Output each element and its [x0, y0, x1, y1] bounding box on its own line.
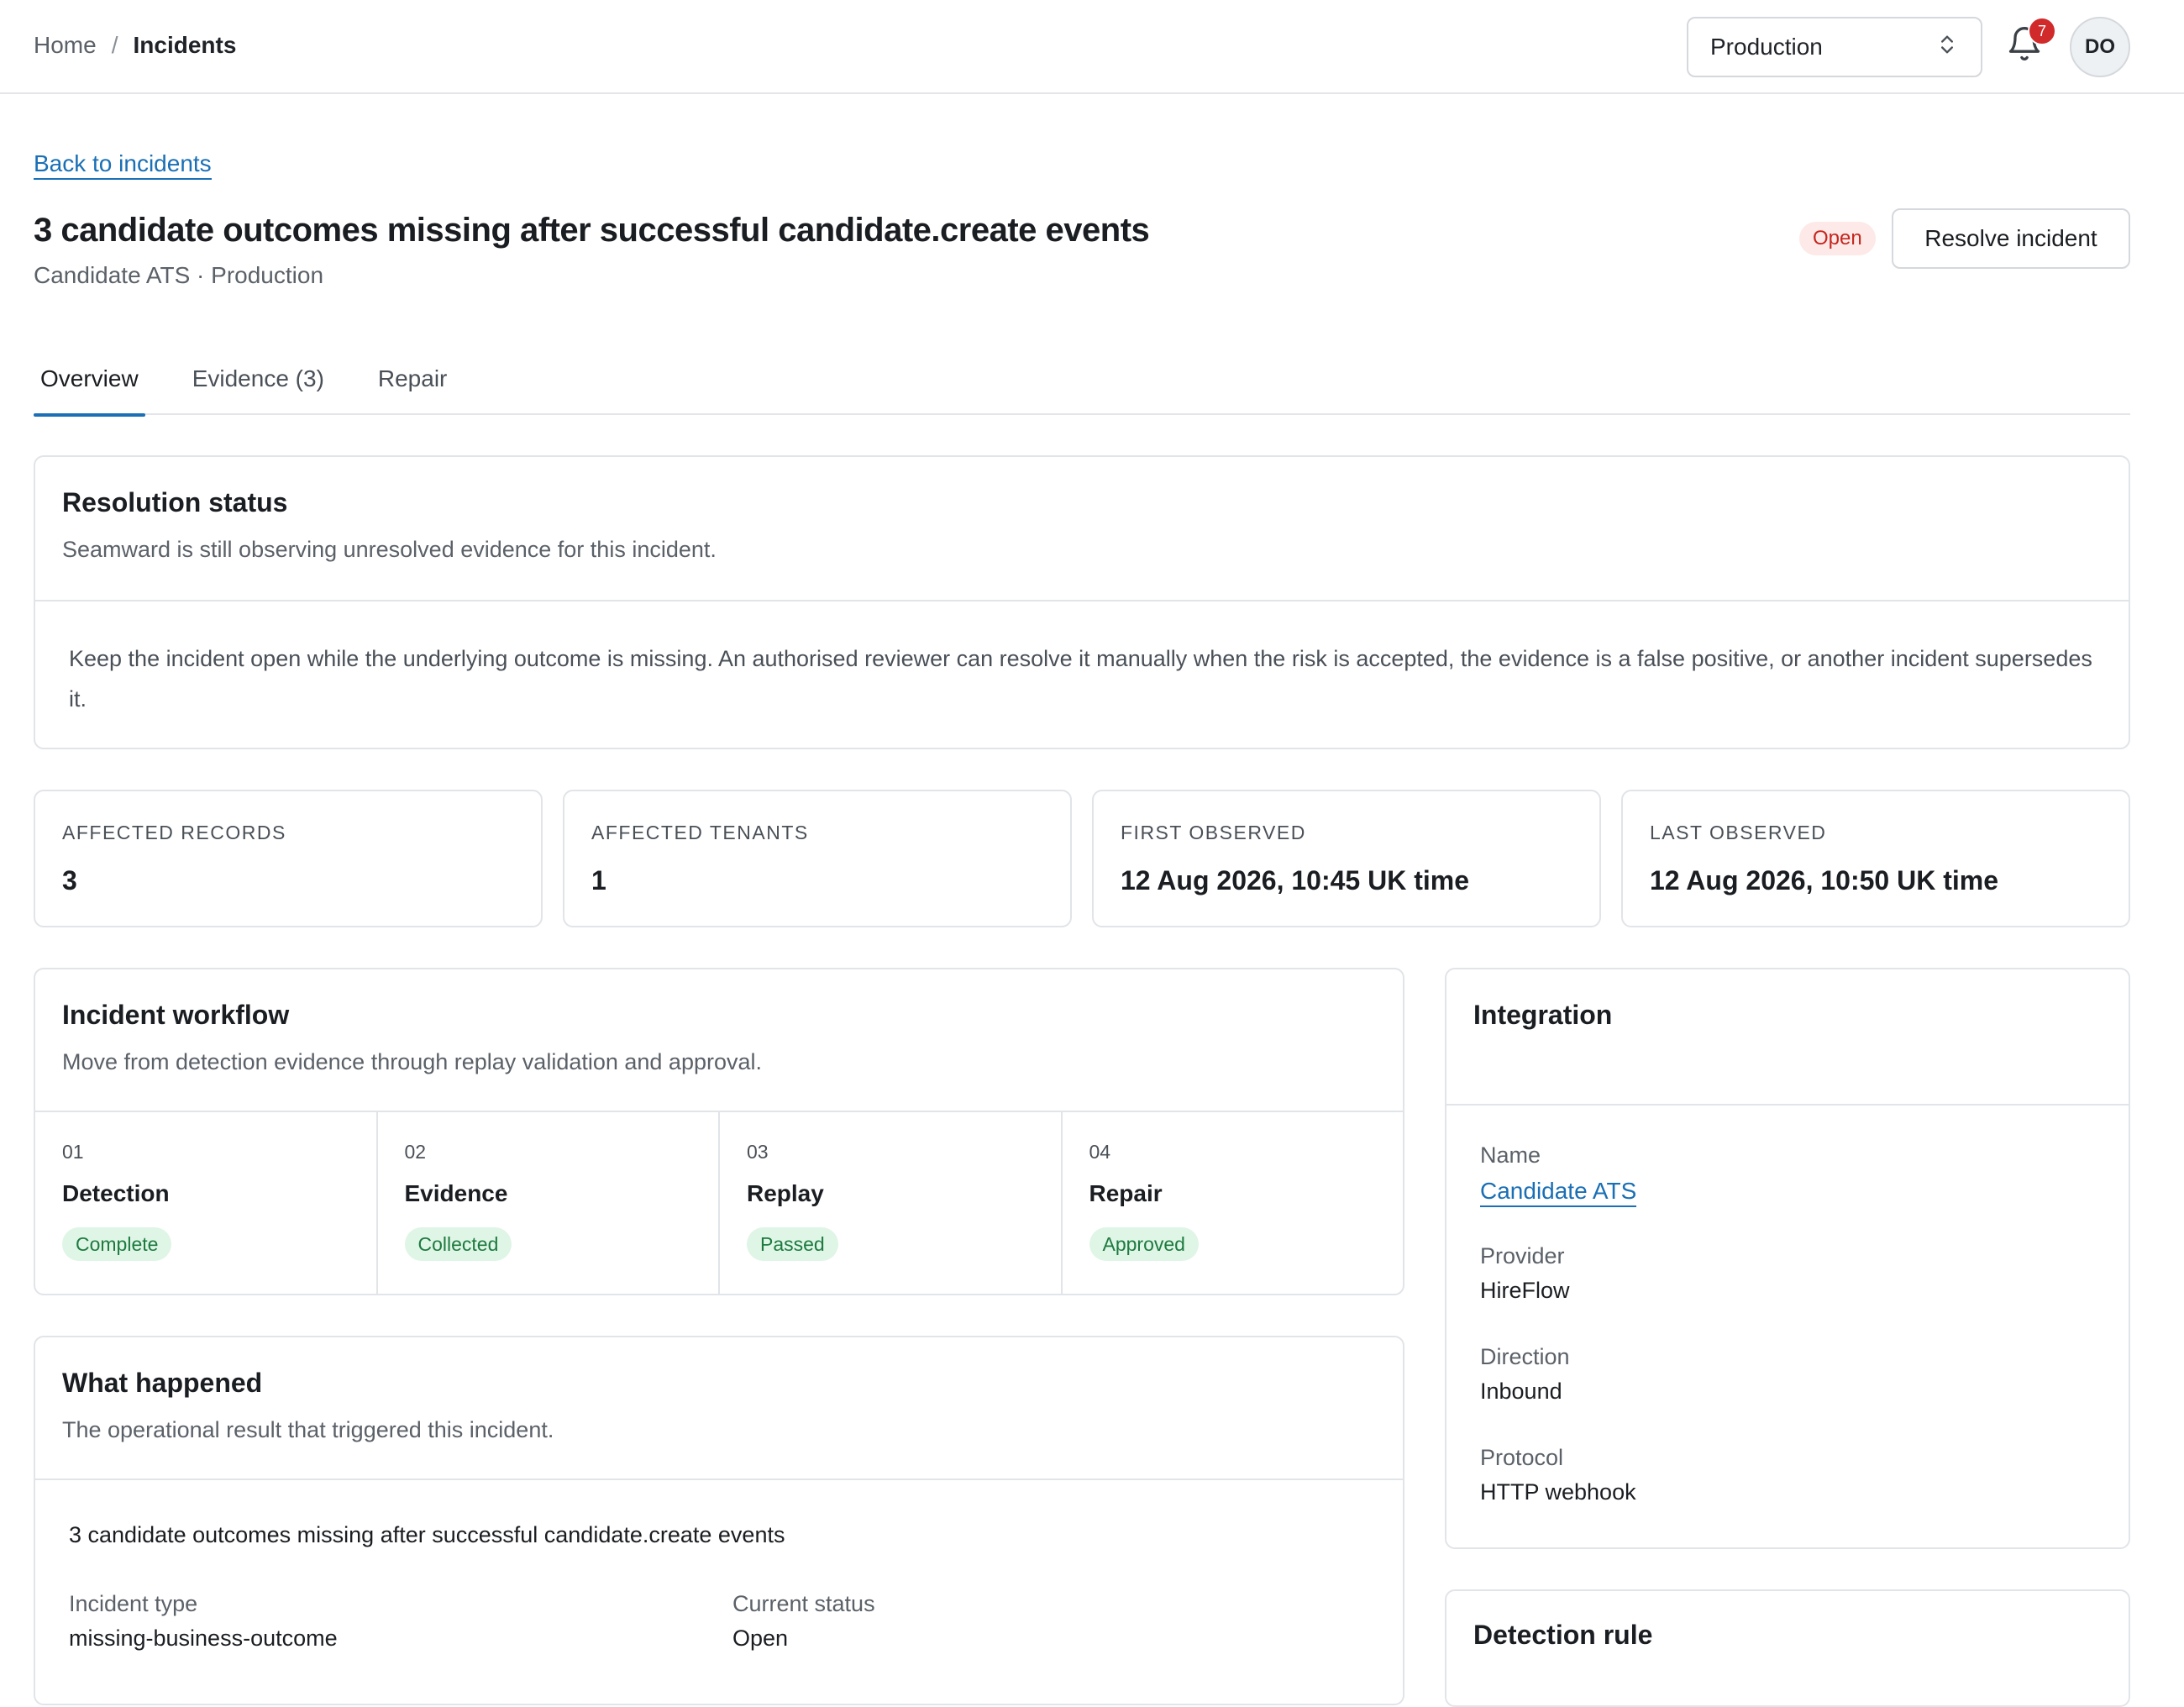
tab-evidence[interactable]: Evidence (3) — [186, 343, 331, 415]
what-happened-description: The operational result that triggered th… — [62, 1417, 554, 1442]
metric-label: LAST OBSERVED — [1650, 822, 1827, 843]
metric-last-observed: LAST OBSERVED 12 Aug 2026, 10:50 UK time — [1621, 790, 2130, 927]
resolution-status-description: Seamward is still observing unresolved e… — [62, 537, 717, 562]
integration-protocol-value: HTTP webhook — [1480, 1479, 1636, 1505]
incident-type-value: missing-business-outcome — [69, 1626, 338, 1651]
tab-repair[interactable]: Repair — [371, 343, 454, 415]
divider — [35, 600, 2129, 601]
top-bar: Home / Incidents Production 7 DO — [0, 0, 2184, 94]
what-happened-summary: 3 candidate outcomes missing after succe… — [69, 1522, 785, 1547]
bell-icon — [2006, 27, 2043, 66]
integration-protocol-label: Protocol — [1480, 1445, 1564, 1470]
step-number: 01 — [62, 1141, 84, 1163]
notification-count-badge: 7 — [2028, 17, 2056, 45]
metric-affected-tenants: AFFECTED TENANTS 1 — [563, 790, 1072, 927]
integration-card: Integration Name Candidate ATS Provider … — [1445, 968, 2130, 1549]
detection-rule-card: Detection rule — [1445, 1589, 2130, 1707]
incident-type-field: Incident type missing-business-outcome — [69, 1591, 338, 1652]
step-status-badge: Collected — [404, 1227, 512, 1261]
workflow-step-replay: 03 Replay Passed — [720, 1112, 1063, 1294]
resolve-incident-button[interactable]: Resolve incident — [1892, 208, 2130, 269]
page-subtitle: Candidate ATS · Production — [34, 262, 324, 288]
step-status-badge: Approved — [1089, 1227, 1199, 1261]
breadcrumb: Home / Incidents — [34, 32, 236, 59]
what-happened-title: What happened — [62, 1368, 263, 1398]
step-name: Replay — [747, 1180, 824, 1206]
metric-first-observed: FIRST OBSERVED 12 Aug 2026, 10:45 UK tim… — [1092, 790, 1601, 927]
current-status-field: Current status Open — [732, 1591, 875, 1652]
workflow-step-repair: 04 Repair Approved — [1063, 1112, 1404, 1294]
current-status-label: Current status — [732, 1591, 875, 1616]
metric-value: 1 — [591, 865, 606, 896]
step-number: 03 — [747, 1141, 769, 1163]
metric-label: FIRST OBSERVED — [1121, 822, 1306, 843]
step-number: 04 — [1089, 1141, 1111, 1163]
integration-direction-field: Direction Inbound — [1480, 1344, 1570, 1405]
integration-direction-value: Inbound — [1480, 1379, 1562, 1404]
integration-name-label: Name — [1480, 1142, 1541, 1168]
chevron-up-down-icon — [1935, 33, 1959, 62]
resolution-status-title: Resolution status — [62, 487, 288, 517]
breadcrumb-home[interactable]: Home — [34, 32, 97, 59]
integration-direction-label: Direction — [1480, 1344, 1570, 1369]
incident-type-label: Incident type — [69, 1591, 198, 1616]
metric-label: AFFECTED TENANTS — [591, 822, 809, 843]
environment-select-value: Production — [1710, 34, 1823, 60]
breadcrumb-current: Incidents — [133, 32, 237, 58]
step-name: Detection — [62, 1180, 170, 1206]
current-status-value: Open — [732, 1626, 789, 1651]
status-badge: Open — [1799, 222, 1876, 255]
step-name: Repair — [1089, 1180, 1163, 1206]
divider — [1446, 1104, 2129, 1106]
what-happened-card: What happened The operational result tha… — [34, 1336, 1404, 1705]
metric-label: AFFECTED RECORDS — [62, 822, 286, 843]
step-status-badge: Passed — [747, 1227, 838, 1261]
avatar[interactable]: DO — [2070, 17, 2130, 77]
metric-value: 12 Aug 2026, 10:50 UK time — [1650, 865, 1998, 896]
resolution-status-card: Resolution status Seamward is still obse… — [34, 455, 2130, 749]
workflow-step-detection: 01 Detection Complete — [35, 1112, 378, 1294]
workflow-step-evidence: 02 Evidence Collected — [378, 1112, 720, 1294]
workflow-steps: 01 Detection Complete 02 Evidence Collec… — [35, 1112, 1403, 1294]
divider — [35, 1479, 1403, 1480]
integration-name-link[interactable]: Candidate ATS — [1480, 1177, 1637, 1207]
integration-name-field: Name Candidate ATS — [1480, 1142, 1637, 1207]
back-to-incidents-link[interactable]: Back to incidents — [34, 150, 212, 180]
integration-provider-value: HireFlow — [1480, 1278, 1570, 1303]
integration-protocol-field: Protocol HTTP webhook — [1480, 1445, 1636, 1505]
incident-workflow-title: Incident workflow — [62, 1000, 290, 1030]
step-number: 02 — [404, 1141, 427, 1163]
tab-overview[interactable]: Overview — [34, 343, 145, 417]
tab-bar: Overview Evidence (3) Repair — [34, 343, 2130, 417]
page-title: 3 candidate outcomes missing after succe… — [34, 212, 1150, 249]
breadcrumb-separator: / — [111, 32, 118, 58]
metric-value: 12 Aug 2026, 10:45 UK time — [1121, 865, 1469, 896]
integration-provider-label: Provider — [1480, 1243, 1565, 1268]
step-name: Evidence — [404, 1180, 508, 1206]
resolution-status-body: Keep the incident open while the underly… — [69, 646, 2092, 712]
integration-provider-field: Provider HireFlow — [1480, 1243, 1570, 1304]
incident-workflow-description: Move from detection evidence through rep… — [62, 1049, 763, 1074]
detection-rule-title: Detection rule — [1473, 1620, 1653, 1650]
integration-title: Integration — [1473, 1000, 1613, 1030]
environment-select[interactable]: Production — [1687, 17, 1982, 77]
metric-value: 3 — [62, 865, 77, 896]
step-status-badge: Complete — [62, 1227, 172, 1261]
metric-affected-records: AFFECTED RECORDS 3 — [34, 790, 543, 927]
incident-workflow-card: Incident workflow Move from detection ev… — [34, 968, 1404, 1295]
